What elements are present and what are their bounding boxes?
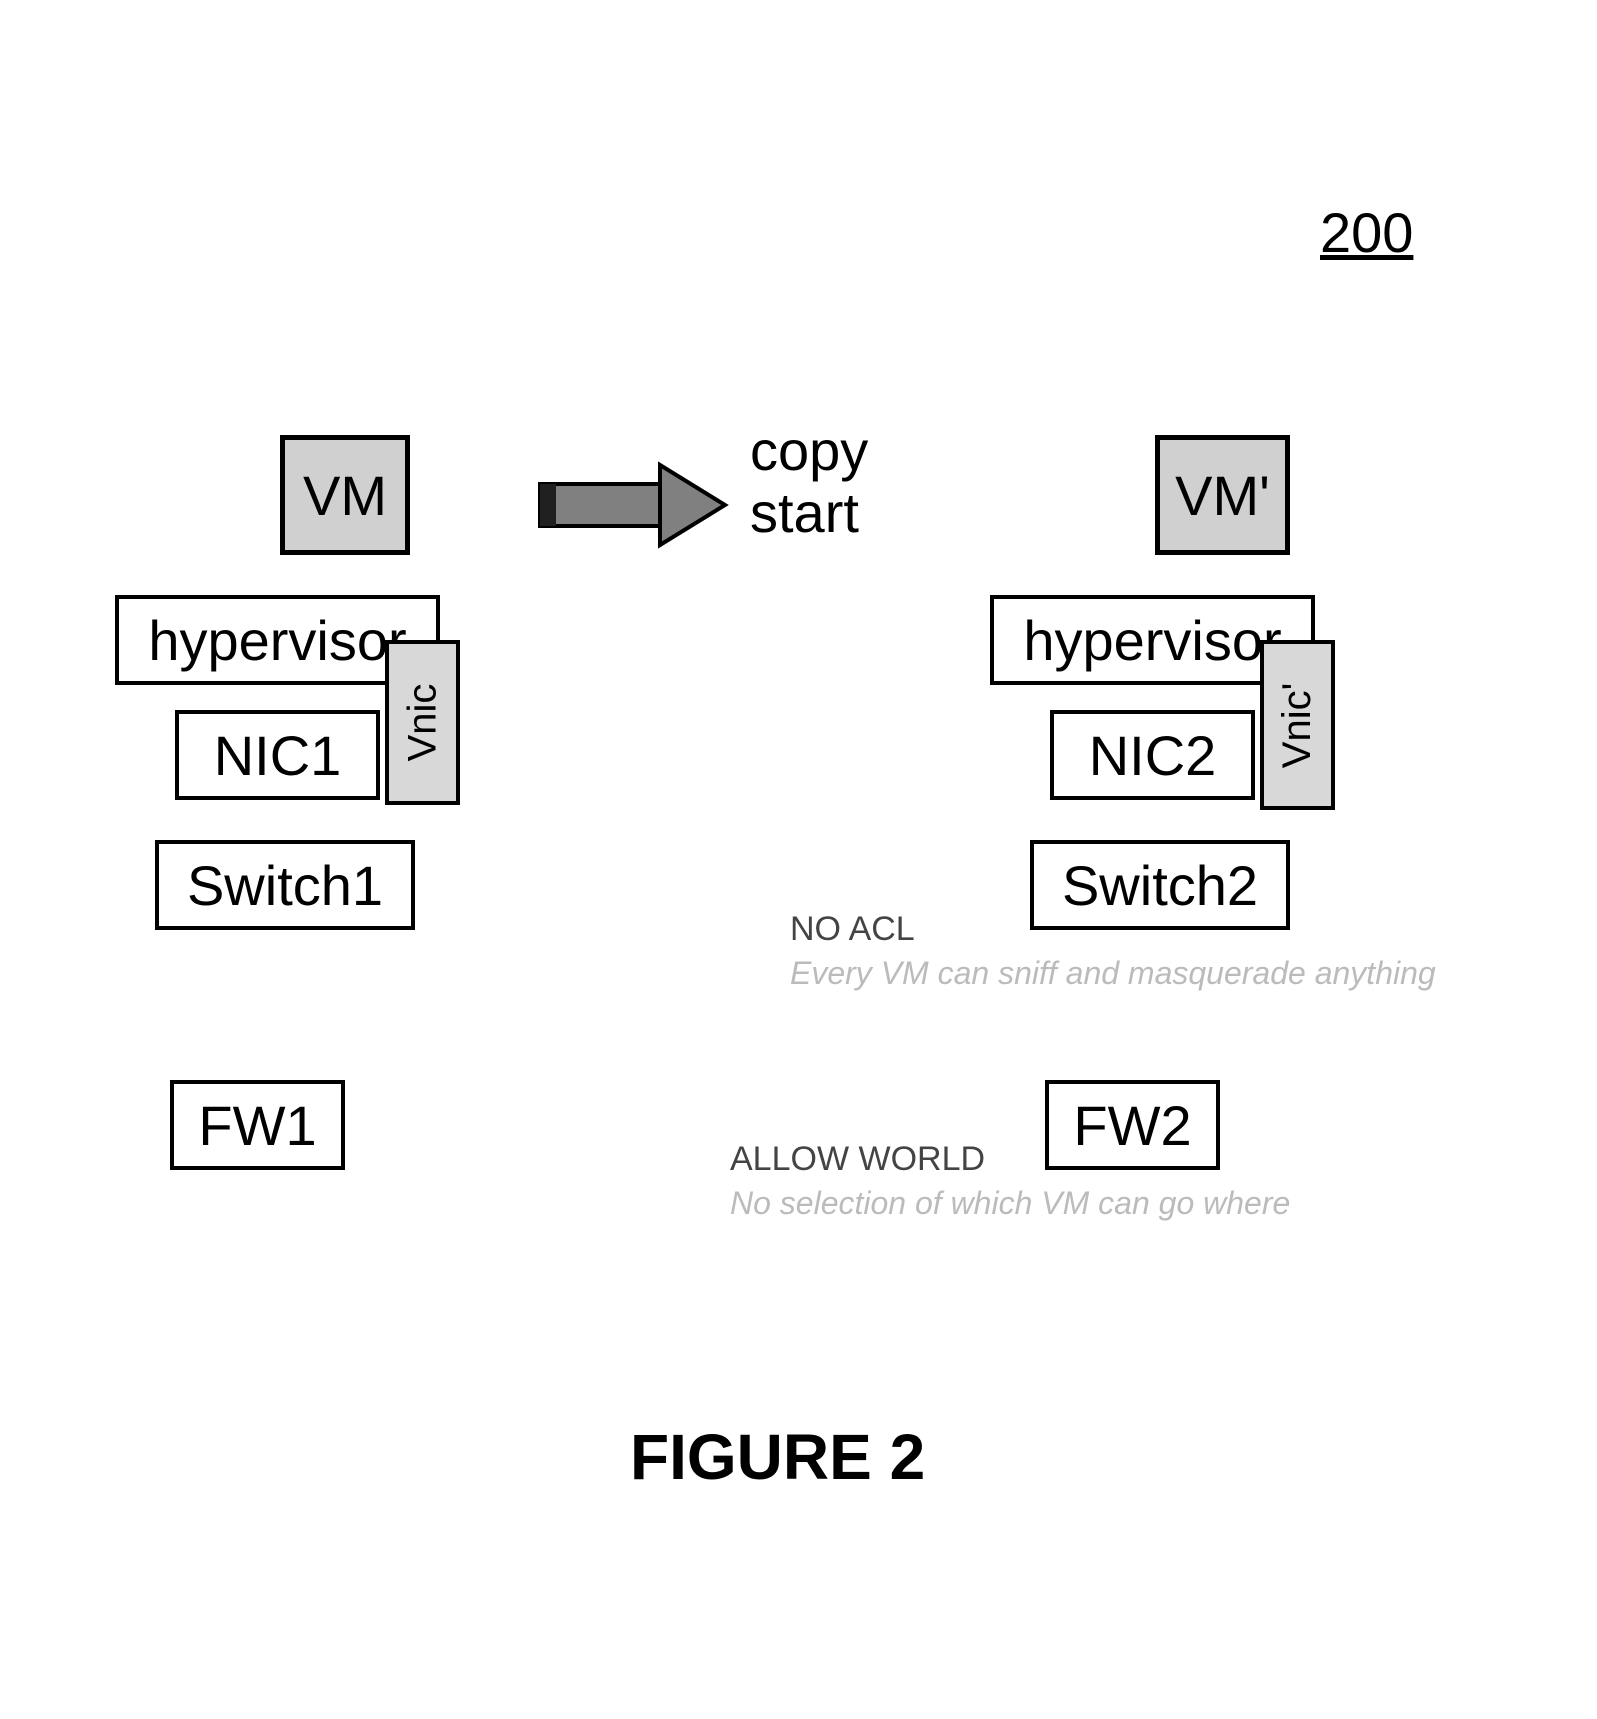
nic-label-left: NIC1 [214, 723, 342, 788]
vnic-box-right: Vnic' [1260, 640, 1335, 810]
copy-label-line1: copy [750, 420, 868, 482]
allow-world-subtext: No selection of which VM can go where [730, 1185, 1290, 1222]
hypervisor-label-left: hypervisor [148, 608, 406, 673]
copy-start-label: copy start [750, 420, 868, 543]
figure-reference-number: 200 [1320, 200, 1413, 265]
hypervisor-label-right: hypervisor [1023, 608, 1281, 673]
vnic-box-left: Vnic [385, 640, 460, 805]
figure-label: FIGURE 2 [630, 1420, 925, 1494]
fw-box-right: FW2 [1045, 1080, 1220, 1170]
copy-label-line2: start [750, 482, 868, 544]
fw-label-left: FW1 [198, 1093, 316, 1158]
nic-label-right: NIC2 [1089, 723, 1217, 788]
no-acl-subtext: Every VM can sniff and masquerade anythi… [790, 955, 1436, 992]
switch-box-left: Switch1 [155, 840, 415, 930]
vnic-label-left: Vnic [400, 684, 445, 762]
switch-label-right: Switch2 [1062, 853, 1258, 918]
nic-box-left: NIC1 [175, 710, 380, 800]
vnic-label-right: Vnic' [1275, 682, 1320, 767]
switch-box-right: Switch2 [1030, 840, 1290, 930]
vm-box-right: VM' [1155, 435, 1290, 555]
switch-label-left: Switch1 [187, 853, 383, 918]
vm-box-left: VM [280, 435, 410, 555]
no-acl-heading: NO ACL [790, 910, 915, 949]
vm-label-right: VM' [1175, 463, 1270, 528]
fw-label-right: FW2 [1073, 1093, 1191, 1158]
copy-arrow [530, 460, 730, 555]
allow-world-heading: ALLOW WORLD [730, 1140, 985, 1179]
vm-label-left: VM [303, 463, 387, 528]
fw-box-left: FW1 [170, 1080, 345, 1170]
nic-box-right: NIC2 [1050, 710, 1255, 800]
